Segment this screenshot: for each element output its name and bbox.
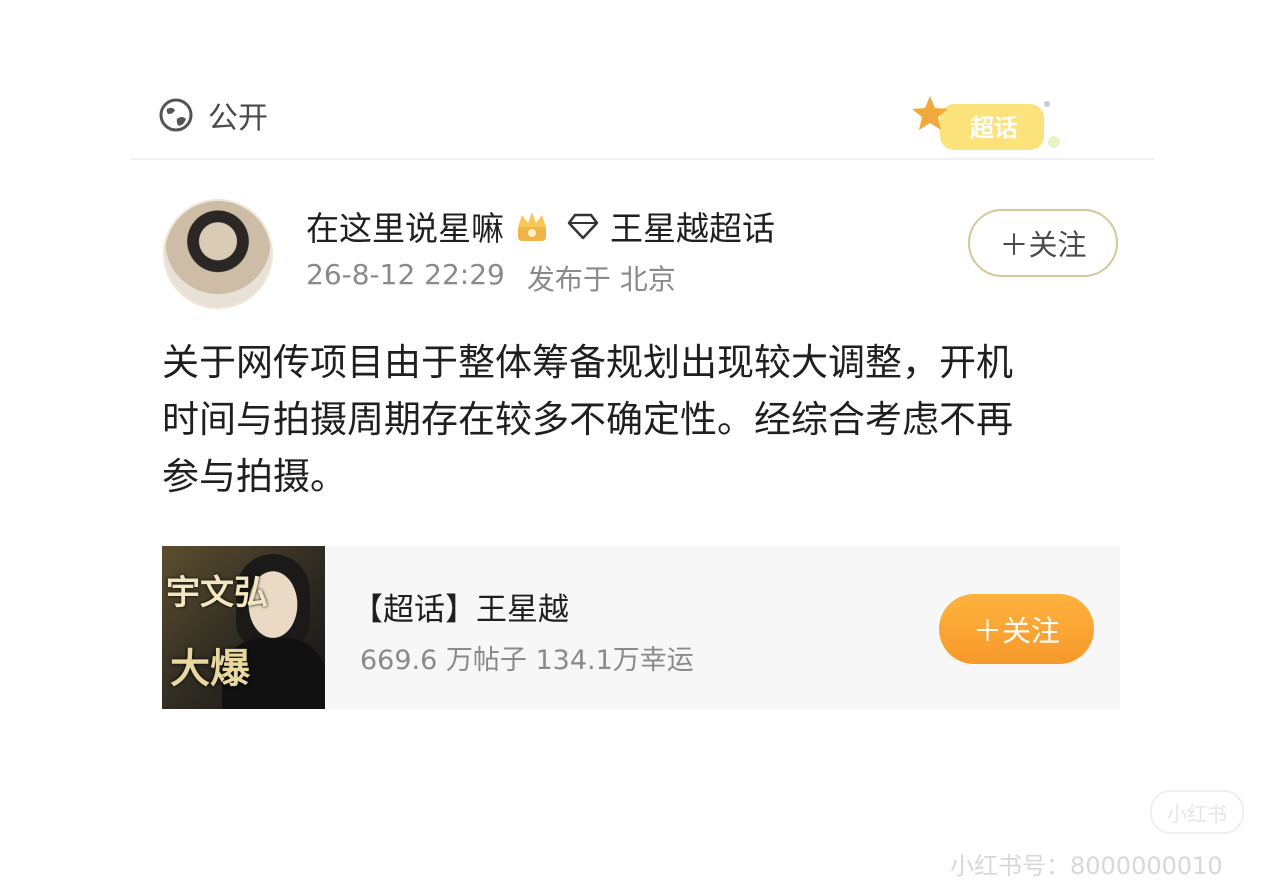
visibility-label: 公开 xyxy=(208,101,268,136)
globe-icon xyxy=(159,98,193,132)
cover-text-top: 宇文弘 xyxy=(166,573,268,613)
post-header: 在这里说星嘛 王星越超话 26-8-12 22:29 发布于 北京 xyxy=(306,202,775,298)
follow-author-button[interactable]: ＋关注 xyxy=(968,209,1118,277)
follow-topic-button[interactable]: ＋关注 xyxy=(939,594,1094,664)
post-body-line: 参与拍摄。 xyxy=(162,455,347,498)
post-body: 关于网传项目由于整体筹备规划出现较大调整，开机 时间与拍摄周期存在较多不确定性。… xyxy=(162,334,1122,505)
badge-text: 超话 xyxy=(970,114,1018,142)
divider xyxy=(130,158,1154,160)
author-name[interactable]: 在这里说星嘛 xyxy=(306,202,504,250)
card-stats: 669.6 万帖子 134.1万幸运 xyxy=(360,645,694,676)
cover-text-bottom: 大爆 xyxy=(170,645,250,692)
card-title: 【超话】王星越 xyxy=(352,592,569,628)
post-body-line: 时间与拍摄周期存在较多不确定性。经综合考虑不再 xyxy=(162,398,1013,441)
crown-icon xyxy=(518,212,546,241)
post-location: 发布于 北京 xyxy=(526,263,676,296)
visibility-indicator: 公开 xyxy=(158,94,268,136)
supertopic-badge: 超话 xyxy=(912,92,1072,158)
post-time: 26-8-12 22:29 xyxy=(306,258,505,291)
card-cover-image: 宇文弘 大爆 xyxy=(162,546,325,709)
watermark-logo: 小红书 xyxy=(1150,790,1244,834)
avatar[interactable] xyxy=(163,199,273,309)
topic-link[interactable]: 王星越超话 xyxy=(610,202,775,250)
watermark-id: 小红书号：8000000010 xyxy=(950,852,1223,880)
diamond-icon xyxy=(567,213,599,240)
post-body-line: 关于网传项目由于整体筹备规划出现较大调整，开机 xyxy=(162,341,1013,384)
